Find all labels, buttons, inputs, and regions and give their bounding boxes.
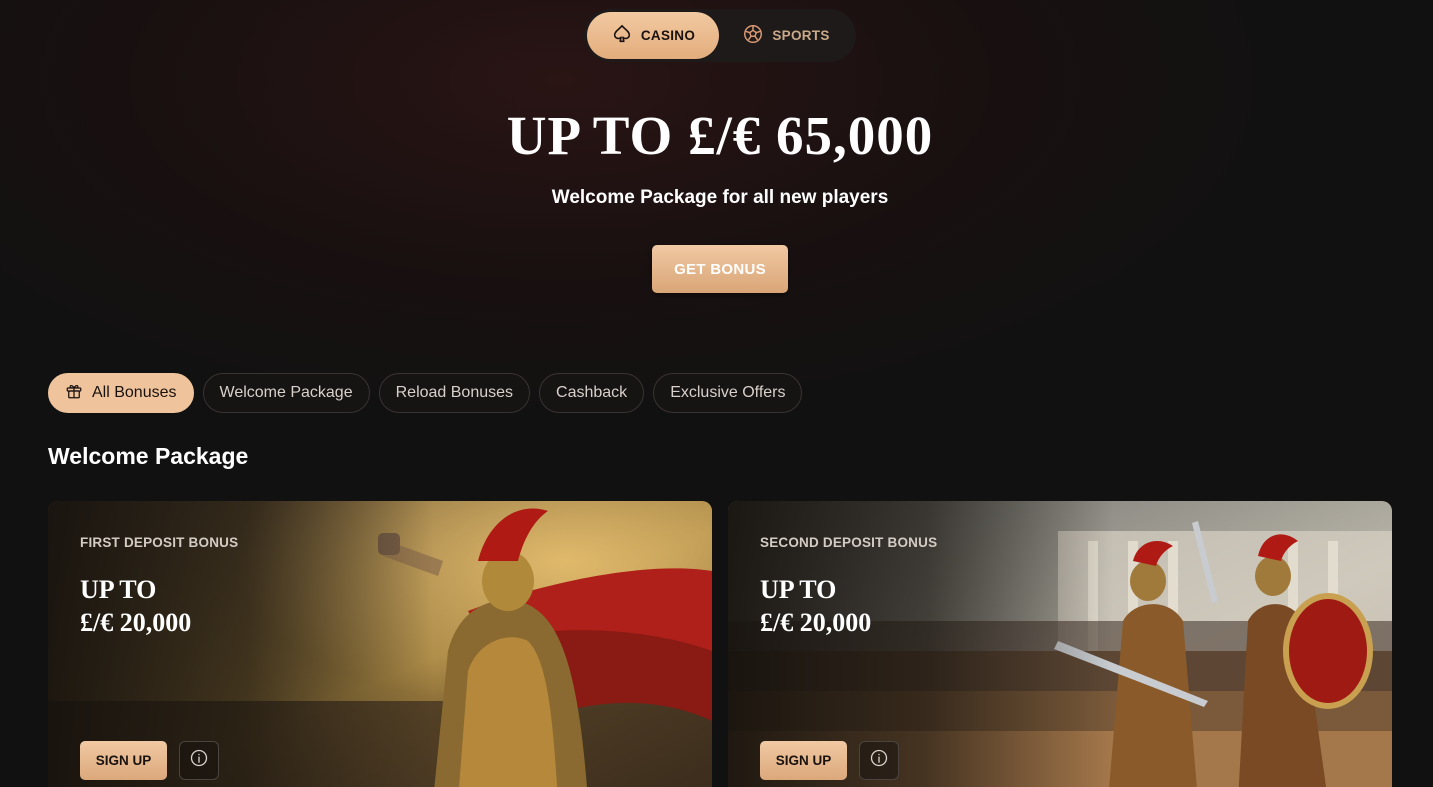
sign-up-button[interactable]: SIGN UP (760, 741, 847, 780)
filter-welcome-package[interactable]: Welcome Package (202, 373, 370, 413)
filter-exclusive-offers[interactable]: Exclusive Offers (653, 373, 803, 413)
card-kicker: SECOND DEPOSIT BONUS (760, 535, 938, 550)
filter-label: Exclusive Offers (670, 384, 786, 401)
promotions-page: CASINO SPORTS UP TO £/€ 65,000 Welcome P… (0, 0, 1433, 787)
card-kicker: FIRST DEPOSIT BONUS (80, 535, 239, 550)
filter-label: Cashback (556, 384, 628, 401)
section-title: Welcome Package (48, 443, 249, 469)
info-icon (869, 748, 889, 773)
gift-icon (65, 382, 83, 405)
sports-tab[interactable]: SPORTS (719, 12, 853, 59)
hero-title: UP TO £/€ 65,000 (506, 105, 934, 166)
info-button[interactable] (859, 741, 899, 780)
hero-subtitle: Welcome Package for all new players (551, 187, 889, 208)
filter-all-bonuses[interactable]: All Bonuses (48, 373, 194, 413)
card-title-line2: £/€ 20,000 (80, 608, 192, 637)
info-button[interactable] (179, 741, 219, 780)
filter-label: Reload Bonuses (395, 384, 514, 401)
sign-up-button[interactable]: SIGN UP (80, 741, 167, 780)
filter-cashback[interactable]: Cashback (539, 373, 645, 413)
casino-tab[interactable]: CASINO (587, 12, 719, 59)
soccer-ball-icon (742, 23, 764, 48)
filter-label: Welcome Package (219, 384, 353, 401)
card-title-line2: £/€ 20,000 (760, 608, 872, 637)
bonus-filter-bar: All Bonuses Welcome Package Reload Bonus… (48, 373, 803, 413)
card-title-line1: UP TO (760, 575, 837, 604)
spade-icon (611, 23, 633, 48)
sports-tab-label: SPORTS (772, 28, 830, 43)
card-title-line1: UP TO (80, 575, 157, 604)
info-icon (189, 748, 209, 773)
get-bonus-button[interactable]: GET BONUS (652, 245, 788, 293)
casino-sports-toggle: CASINO SPORTS (584, 9, 856, 62)
casino-tab-label: CASINO (640, 28, 696, 43)
filter-label: All Bonuses (92, 384, 177, 401)
bonus-card-second-deposit: SECOND DEPOSIT BONUS UP TO £/€ 20,000 SI… (728, 501, 1392, 787)
card-title: UP TO £/€ 20,000 (760, 573, 871, 639)
filter-reload-bonuses[interactable]: Reload Bonuses (378, 373, 531, 413)
card-title: UP TO £/€ 20,000 (80, 573, 191, 639)
bonus-card-first-deposit: FIRST DEPOSIT BONUS UP TO £/€ 20,000 SIG… (48, 501, 712, 787)
